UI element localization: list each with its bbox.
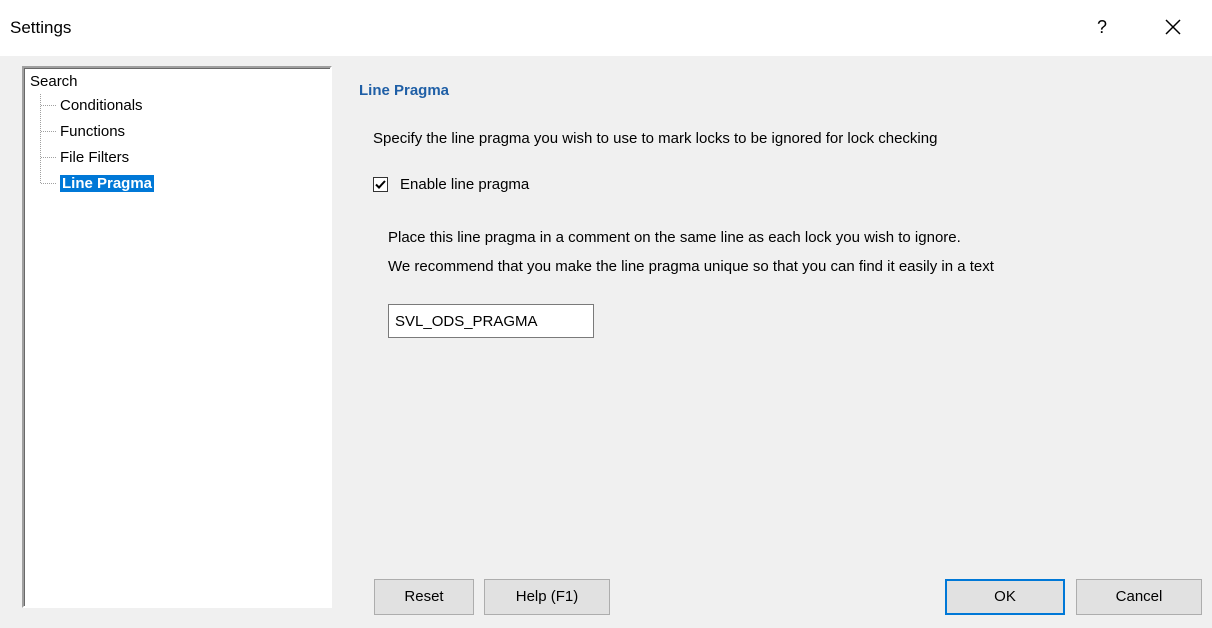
tree-item-functions[interactable]: Functions (60, 122, 125, 142)
hint-text-1: Place this line pragma in a comment on t… (388, 229, 961, 246)
help-button[interactable]: Help (F1) (484, 579, 610, 615)
close-icon[interactable] (1160, 14, 1186, 40)
checkbox-label: Enable line pragma (400, 176, 530, 193)
help-icon[interactable]: ? (1092, 14, 1112, 40)
line-pragma-input[interactable] (388, 304, 594, 338)
hint-text-2: We recommend that you make the line prag… (388, 258, 994, 275)
tree-item-label: Line Pragma (60, 175, 155, 192)
tree-item-label: Conditionals (60, 97, 143, 114)
reset-button[interactable]: Reset (374, 579, 474, 615)
tree-item-file-filters[interactable]: File Filters (60, 148, 129, 168)
tree-item-search[interactable]: Search (30, 72, 78, 92)
cancel-button[interactable]: Cancel (1076, 579, 1202, 615)
tree-item-label: File Filters (60, 149, 130, 166)
section-description: Specify the line pragma you wish to use … (373, 130, 938, 147)
section-title: Line Pragma (359, 82, 450, 99)
settings-tree[interactable]: Search Conditionals Functions File Filte… (22, 66, 332, 608)
tree-item-line-pragma[interactable]: Line Pragma (60, 174, 155, 194)
tree-item-label: Functions (60, 123, 126, 140)
tree-item-conditionals[interactable]: Conditionals (60, 96, 143, 116)
ok-button[interactable]: OK (945, 579, 1065, 615)
checkmark-icon (375, 180, 386, 189)
title-bar: Settings ? (0, 0, 1212, 56)
enable-line-pragma-option[interactable]: Enable line pragma (373, 176, 529, 193)
enable-line-pragma-checkbox[interactable] (373, 177, 388, 192)
window-title: Settings (10, 18, 72, 37)
